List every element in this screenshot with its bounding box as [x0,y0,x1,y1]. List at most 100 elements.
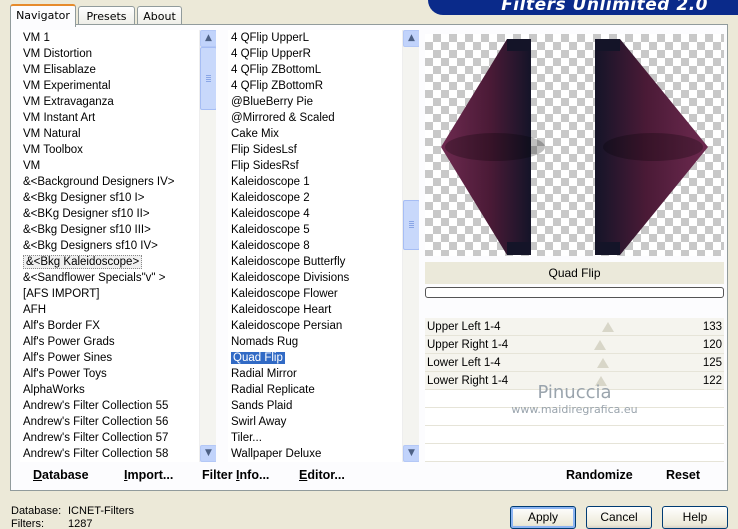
help-button[interactable]: Help [662,506,728,529]
list-item[interactable]: Kaleidoscope Heart [228,302,402,318]
param-slider[interactable] [525,336,684,353]
list-item[interactable]: &<Bkg Kaleidoscope> [20,254,199,270]
category-list[interactable]: VM 1 VM Distortion VM Elisablaze VM Experim… [20,30,216,462]
app-banner: Filters Unlimited 2.0 [428,0,738,15]
status-label: Database: [11,505,62,517]
list-item[interactable]: Cake Mix [228,126,402,142]
category-scrollbar[interactable]: ▲ ▼ [199,30,216,462]
param-lower-left[interactable]: Lower Left 1-4 125 [425,354,724,372]
slider-thumb[interactable] [597,358,609,368]
list-item[interactable]: Alf's Power Sines [20,350,199,366]
param-slider[interactable] [525,372,684,389]
list-item[interactable]: Kaleidoscope Persian [228,318,402,334]
list-item[interactable]: Kaleidoscope Flower [228,286,402,302]
param-slider[interactable] [525,318,684,335]
database-button[interactable]: Database [33,466,89,484]
list-item-label: VM Extravaganza [23,96,114,108]
editor-button[interactable]: Editor... [299,466,345,484]
list-item-label: VM 1 [23,32,50,44]
list-item-label: &<Background Designers IV> [23,176,175,188]
list-item[interactable]: Alf's Power Toys [20,366,199,382]
list-item[interactable]: VM Extravaganza [20,94,199,110]
list-item[interactable]: Andrew's Filter Collection 55 [20,398,199,414]
cancel-button[interactable]: Cancel [586,506,652,529]
list-item[interactable]: Flip SidesLsf [228,142,402,158]
list-item[interactable]: 4 QFlip UpperR [228,46,402,62]
list-item[interactable]: &<Sandflower Specials"v" > [20,270,199,286]
preview-left-band [507,242,531,255]
list-item[interactable]: Alf's Power Grads [20,334,199,350]
import-button[interactable]: Import... [124,466,173,484]
list-item[interactable]: Kaleidoscope Divisions [228,270,402,286]
filter-info-button[interactable]: Filter Info... [202,466,269,484]
list-item[interactable]: &<Bkg Designers sf10 IV> [20,238,199,254]
scroll-thumb[interactable] [403,200,419,250]
list-item[interactable]: Andrew's Filter Collection 57 [20,430,199,446]
list-item[interactable]: Flip SidesRsf [228,158,402,174]
list-item[interactable]: Kaleidoscope 5 [228,222,402,238]
slider-thumb[interactable] [595,376,607,386]
list-item[interactable]: Tiler... [228,430,402,446]
slider-thumb[interactable] [594,340,606,350]
list-item[interactable]: Andrew's Filter Collection 58 [20,446,199,462]
scroll-up-button[interactable]: ▲ [200,30,216,47]
list-item[interactable]: Andrew's Filter Collection 56 [20,414,199,430]
param-upper-right[interactable]: Upper Right 1-4 120 [425,336,724,354]
param-value: 120 [702,339,722,351]
slider-thumb[interactable] [602,322,614,332]
list-item[interactable]: &<Bkg Designer sf10 III> [20,222,199,238]
list-item[interactable]: Kaleidoscope 2 [228,190,402,206]
list-item[interactable]: VM Experimental [20,78,199,94]
filter-scrollbar[interactable]: ▲ ▼ [402,30,419,462]
list-item[interactable]: 4 QFlip ZBottomL [228,62,402,78]
list-item[interactable]: &<Bkg Designer sf10 I> [20,190,199,206]
list-item[interactable]: 4 QFlip UpperL [228,30,402,46]
scroll-down-button[interactable]: ▼ [200,445,216,462]
list-item[interactable]: VM [20,158,199,174]
list-item[interactable]: &<BKg Designer sf10 II> [20,206,199,222]
list-item[interactable]: Kaleidoscope Butterfly [228,254,402,270]
list-item[interactable]: AlphaWorks [20,382,199,398]
list-item[interactable]: Quad Flip [228,350,402,366]
list-item[interactable]: VM Toolbox [20,142,199,158]
list-item[interactable]: Kaleidoscope 8 [228,238,402,254]
param-label: Upper Left 1-4 [427,321,501,333]
list-item[interactable]: [AFS IMPORT] [20,286,199,302]
list-item-label: VM Elisablaze [23,64,96,76]
scroll-down-button[interactable]: ▼ [403,445,419,462]
list-item[interactable]: Wallpaper Deluxe [228,446,402,462]
scroll-up-button[interactable]: ▲ [403,30,419,47]
list-item[interactable]: Alf's Border FX [20,318,199,334]
list-item[interactable]: AFH [20,302,199,318]
list-item[interactable]: VM Elisablaze [20,62,199,78]
list-item[interactable]: VM 1 [20,30,199,46]
scroll-thumb[interactable] [200,47,216,110]
list-item-label: Kaleidoscope 4 [231,208,310,220]
list-item-label: Cake Mix [231,128,279,140]
list-item[interactable]: @Mirrored & Scaled [228,110,402,126]
reset-button[interactable]: Reset [666,466,700,484]
randomize-button[interactable]: Randomize [566,466,633,484]
list-item[interactable]: Kaleidoscope 4 [228,206,402,222]
list-item[interactable]: VM Instant Art [20,110,199,126]
list-item[interactable]: VM Natural [20,126,199,142]
apply-button[interactable]: Apply [510,506,576,529]
param-slider[interactable] [525,354,684,371]
tab-navigator[interactable]: Navigator [10,4,76,27]
list-item[interactable]: Radial Replicate [228,382,402,398]
list-item[interactable]: Swirl Away [228,414,402,430]
list-item[interactable]: Radial Mirror [228,366,402,382]
filter-list[interactable]: 4 QFlip UpperL 4 QFlip UpperR 4 QFlip ZBot… [228,30,419,462]
list-item[interactable]: Kaleidoscope 1 [228,174,402,190]
tab-about[interactable]: About [137,6,182,26]
list-item[interactable]: Sands Plaid [228,398,402,414]
list-item[interactable]: @BlueBerry Pie [228,94,402,110]
param-lower-right[interactable]: Lower Right 1-4 122 [425,372,724,390]
list-item[interactable]: &<Background Designers IV> [20,174,199,190]
list-item[interactable]: Nomads Rug [228,334,402,350]
tab-presets[interactable]: Presets [78,6,135,26]
list-item[interactable]: 4 QFlip ZBottomR [228,78,402,94]
param-upper-left[interactable]: Upper Left 1-4 133 [425,318,724,336]
category-list-items: VM 1 VM Distortion VM Elisablaze VM Experim… [20,30,199,462]
list-item[interactable]: VM Distortion [20,46,199,62]
